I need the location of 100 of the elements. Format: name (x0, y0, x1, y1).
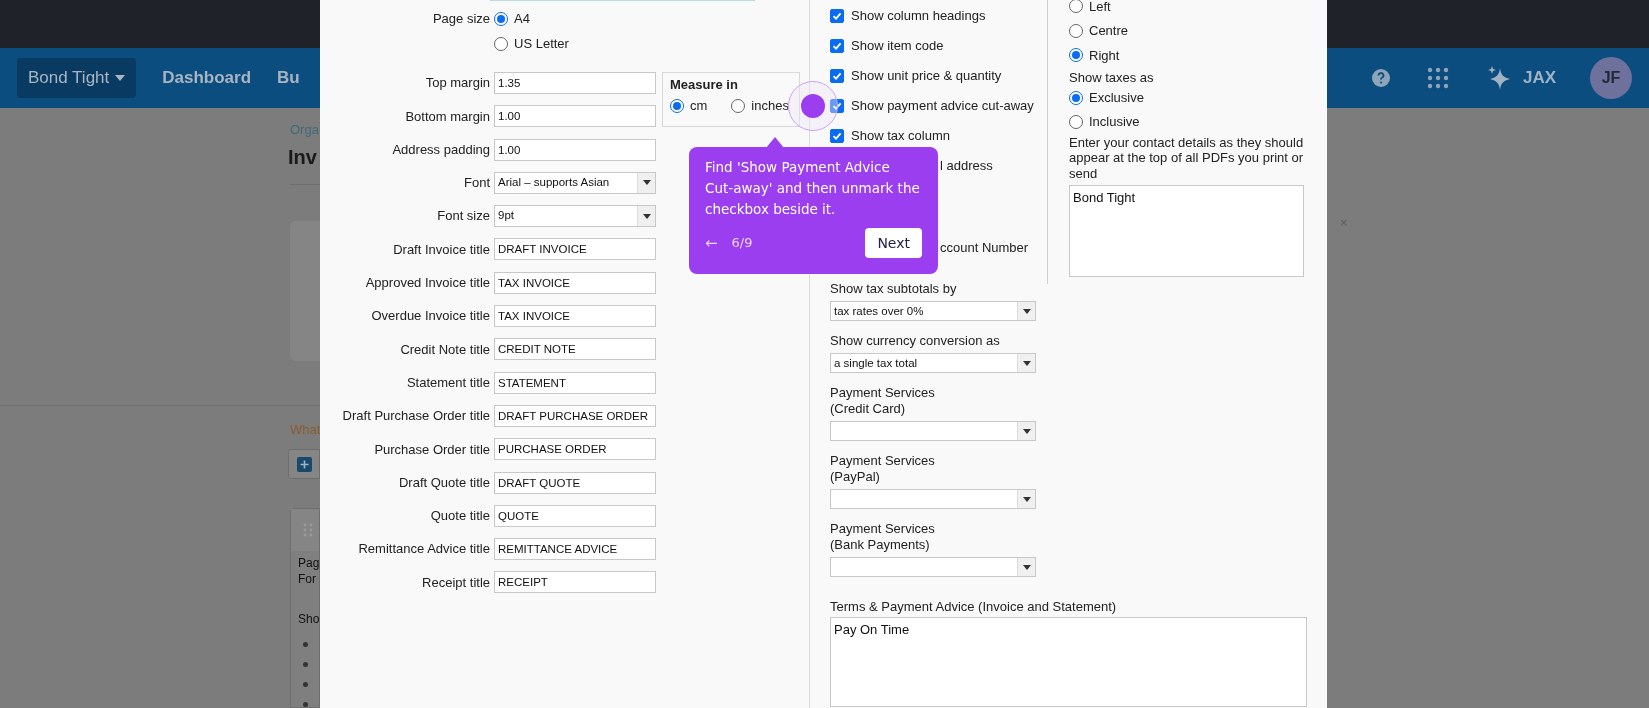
checkbox[interactable] (830, 129, 844, 143)
organisation-button[interactable]: Bond Tight (17, 58, 137, 99)
radio-label: cm (690, 97, 708, 115)
radio-label: US Letter (514, 35, 569, 54)
field-label: Font (463, 174, 490, 193)
radio-button[interactable] (494, 37, 508, 51)
input-field[interactable]: 1.00 (494, 138, 656, 161)
select-field[interactable]: a single tax total (830, 353, 1036, 373)
field-label: Payment Services (Bank Payments) (830, 521, 936, 553)
caret-icon (1022, 308, 1031, 314)
checkbox-label: Show unit price & quantity (851, 67, 1002, 86)
input-field[interactable]: CREDIT NOTE (494, 338, 656, 361)
help-icon[interactable] (1370, 68, 1391, 89)
next-button[interactable]: Next (865, 228, 922, 258)
select-field[interactable]: tax rates over 0% (830, 301, 1036, 321)
step-counter: 6/9 (731, 234, 753, 253)
caret-icon (1022, 360, 1031, 366)
checkbox-label: Show column headings (851, 7, 986, 26)
caret-icon (115, 75, 126, 82)
plus-icon (296, 456, 312, 472)
card-text: Sho (298, 611, 319, 627)
select-field[interactable] (830, 489, 1036, 509)
input-field[interactable]: 1.00 (494, 105, 656, 128)
caret-icon (642, 213, 651, 219)
select-field[interactable] (830, 421, 1036, 441)
checkbox-label: l address (940, 157, 993, 176)
field-label: Show taxes as (1069, 69, 1155, 86)
field-label: Draft Purchase Order title (341, 407, 490, 426)
radio-label: Left (1089, 0, 1111, 16)
caret-icon (1022, 496, 1031, 502)
caret-icon (1022, 428, 1031, 434)
radio-label: Exclusive (1089, 88, 1144, 107)
checkbox-label: Show tax column (851, 127, 950, 146)
add-button[interactable] (288, 449, 320, 479)
field-label: Terms & Payment Advice (Invoice and Statement) (830, 599, 1118, 615)
field-label: Payment Services (PayPal) (830, 453, 936, 485)
contact-textarea[interactable]: Bond Tight (1069, 185, 1304, 277)
tooltip-text: Find 'Show Payment Advice Cut-away' and then unmark the checkbox beside it. (705, 158, 921, 219)
radio-button[interactable] (1069, 23, 1083, 38)
card-text: For (298, 571, 317, 587)
input-field[interactable]: DRAFT PURCHASE ORDER (494, 404, 656, 427)
field-label: Statement title (405, 373, 490, 392)
field-label: Overdue Invoice title (370, 307, 490, 326)
page-title: Inv (288, 144, 318, 170)
input-field[interactable]: PURCHASE ORDER (494, 438, 656, 461)
field-label: Enter your contact details as they should appear at the top of all PDFs you print or send (1069, 134, 1305, 181)
radio-button[interactable] (670, 98, 684, 113)
radio-button[interactable] (731, 98, 746, 113)
checkbox-label: ccount Number (940, 239, 1029, 258)
field-label: Payment Services (Credit Card) (830, 385, 936, 417)
apps-grid-icon[interactable] (1426, 67, 1449, 90)
radio-label: Centre (1089, 22, 1129, 40)
input-field[interactable]: TAX INVOICE (494, 305, 656, 328)
input-field[interactable]: DRAFT QUOTE (494, 471, 656, 494)
terms-textarea[interactable]: Pay On Time (830, 617, 1307, 707)
caret-icon (642, 180, 651, 186)
input-field[interactable]: TAX INVOICE (494, 271, 656, 294)
radio-label: Right (1089, 46, 1120, 65)
field-label: Show tax subtotals by (830, 281, 958, 297)
field-label: Draft Quote title (397, 473, 490, 492)
select-field[interactable]: Arial – supports Asian (494, 171, 656, 194)
input-field[interactable]: RECEIPT (494, 571, 656, 594)
checkbox-label: Show payment advice cut-away (851, 97, 1034, 116)
field-label: Approved Invoice title (364, 274, 490, 293)
radio-button[interactable] (1069, 48, 1083, 63)
checkbox[interactable] (830, 39, 844, 53)
checkbox[interactable] (830, 99, 844, 113)
field-label: Bottom margin (404, 107, 490, 126)
radio-button[interactable] (1069, 114, 1083, 129)
radio-label: Inclusive (1089, 112, 1140, 131)
caret-icon (1022, 564, 1031, 570)
radio-label: inches (751, 97, 789, 115)
field-label: Font size (436, 207, 490, 226)
measure-title: Measure in (670, 77, 739, 93)
card-text: Pag (298, 555, 319, 571)
input-field[interactable]: REMITTANCE ADVICE (494, 538, 656, 561)
input-field[interactable]: DRAFT INVOICE (494, 238, 656, 261)
back-arrow[interactable]: ← (705, 231, 718, 255)
field-label: Draft Invoice title (392, 240, 490, 259)
field-label: Address padding (391, 140, 490, 159)
field-label: Show currency conversion as (830, 333, 1001, 349)
input-field[interactable]: QUOTE (494, 504, 656, 527)
field-label: Credit Note title (399, 340, 490, 359)
field-label: Quote title (429, 507, 490, 526)
radio-button[interactable] (1069, 90, 1083, 105)
field-label: Remittance Advice title (357, 540, 490, 559)
input-field[interactable]: STATEMENT (494, 371, 656, 394)
select-field[interactable]: 9pt (494, 205, 656, 228)
field-label: Receipt title (421, 573, 490, 592)
field-label: Purchase Order title (373, 440, 490, 459)
checkbox[interactable] (830, 69, 844, 83)
nav-link[interactable]: Bu (277, 65, 300, 91)
radio-button[interactable] (494, 12, 508, 26)
checkbox[interactable] (830, 9, 844, 23)
radio-button[interactable] (1069, 0, 1083, 14)
assistant-label[interactable]: JAX (1522, 65, 1556, 91)
checkbox-label: Show item code (851, 37, 944, 56)
select-field[interactable] (830, 557, 1036, 577)
nav-link[interactable]: Dashboard (162, 65, 252, 91)
input-field[interactable]: 1.35 (494, 72, 656, 94)
